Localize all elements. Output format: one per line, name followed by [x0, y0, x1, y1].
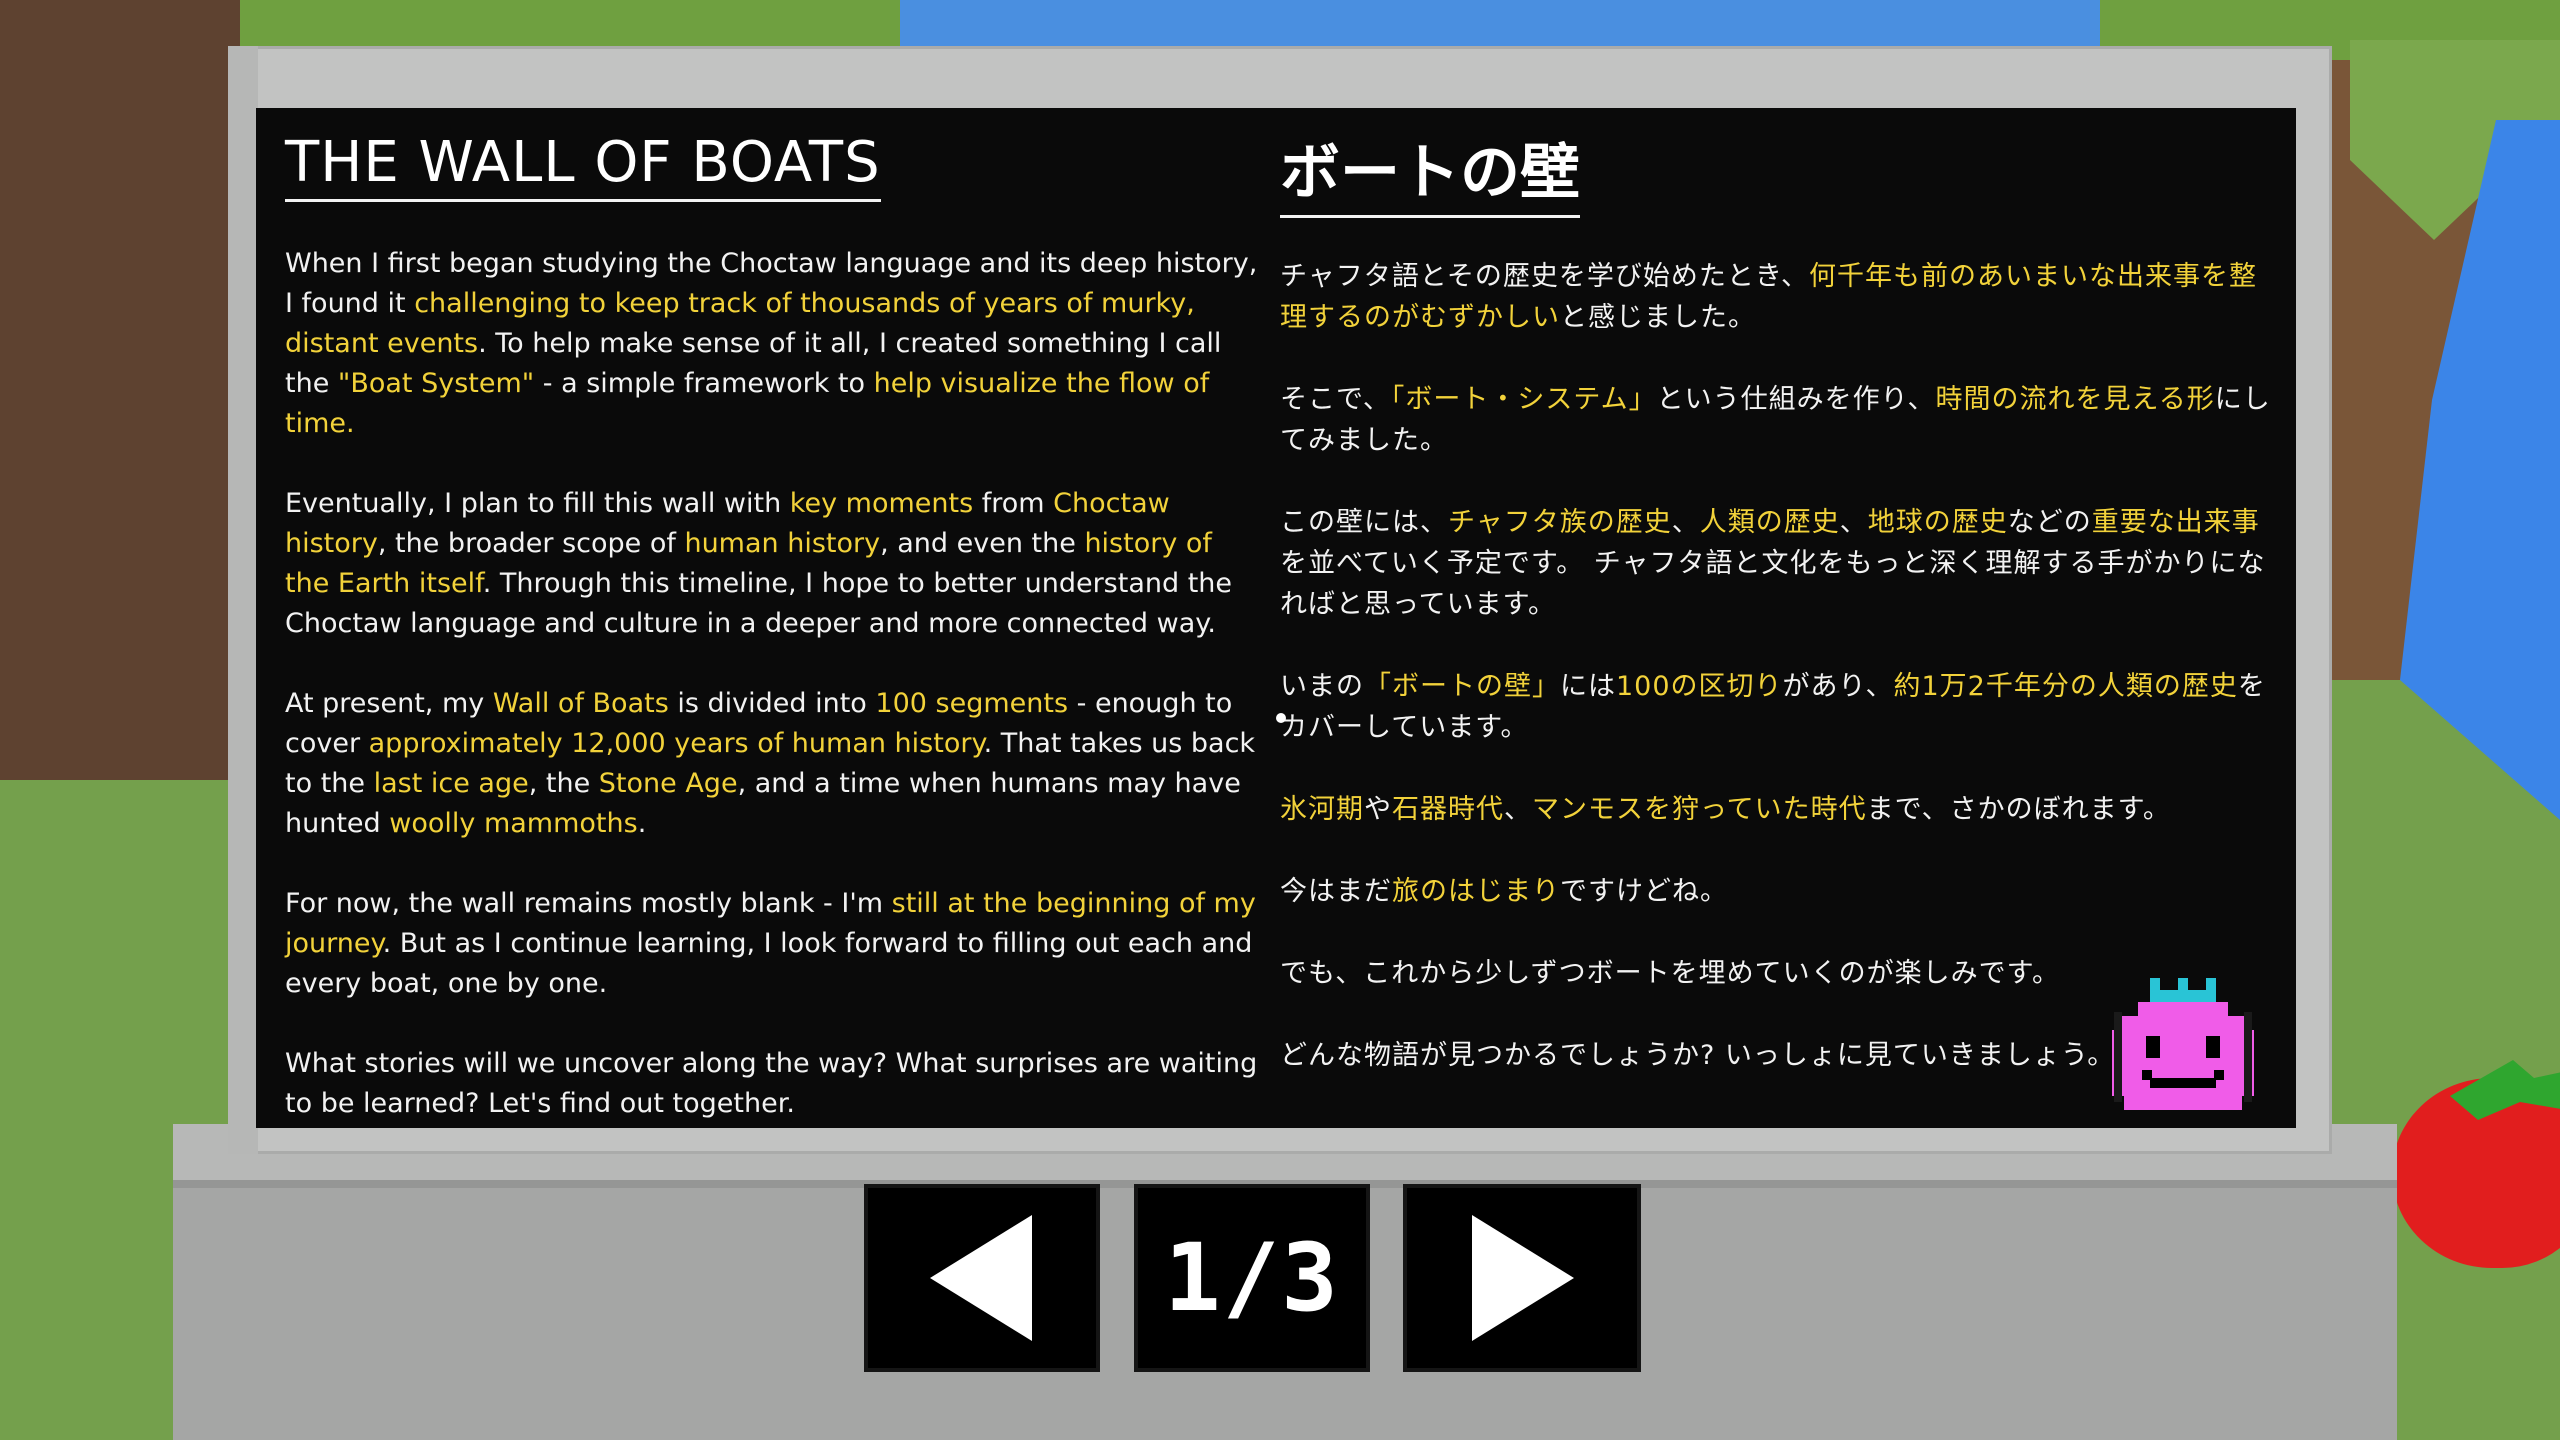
- highlighted-text: approximately 12,000 years of human hist…: [368, 728, 984, 759]
- body-text: 今はまだ: [1280, 876, 1392, 907]
- pink-blob-mascot-icon: [2112, 978, 2254, 1110]
- body-text: いまの: [1280, 671, 1364, 702]
- english-paragraph-4: For now, the wall remains mostly blank -…: [285, 884, 1260, 1004]
- english-column: THE WALL OF BOATS When I first began stu…: [285, 130, 1260, 1164]
- highlighted-text: 「ボートの壁」: [1364, 671, 1560, 702]
- japanese-column: ボートの壁 チャフタ語とその歴史を学び始めたとき、何千年も前のあいまいな出来事を…: [1280, 124, 2280, 1117]
- body-text: を並べていく予定です。 チャフタ語と文化をもっと深く理解する手がかりになればと思…: [1280, 548, 2266, 620]
- body-text: What stories will we uncover along the w…: [285, 1048, 1258, 1119]
- english-paragraph-5: What stories will we uncover along the w…: [285, 1044, 1260, 1124]
- body-text: や: [1364, 794, 1392, 825]
- body-text: まで、さかのぼれます。: [1866, 794, 2171, 825]
- body-text: from: [973, 488, 1054, 519]
- highlighted-text: 約1万2千年分の人類の歴史: [1893, 671, 2238, 702]
- body-text: この壁には、: [1280, 507, 1448, 538]
- page-indicator-text: 1/3: [1164, 1223, 1340, 1333]
- highlighted-text: 「ボート・システム」: [1390, 384, 1657, 415]
- highlighted-text: 地球の歴史: [1867, 507, 2008, 538]
- highlighted-text: チャフタ族の歴史: [1448, 507, 1672, 538]
- body-text: でも、これから少しずつボートを埋めていくのが楽しみです。: [1280, 958, 2060, 989]
- body-text: .: [637, 808, 647, 839]
- highlighted-text: key moments: [789, 488, 974, 519]
- highlighted-text: Wall of Boats: [492, 688, 669, 719]
- japanese-paragraph-5: 氷河期や石器時代、マンモスを狩っていた時代まで、さかのぼれます。: [1280, 789, 2280, 830]
- body-text: などの: [2007, 507, 2092, 538]
- body-text: どんな物語が見つかるでしょうか? いっしょに見ていきましょう。: [1280, 1040, 2116, 1071]
- highlighted-text: 石器時代: [1392, 794, 1504, 825]
- japanese-paragraph-1: チャフタ語とその歴史を学び始めたとき、何千年も前のあいまいな出来事を整理するのが…: [1280, 256, 2280, 338]
- highlighted-text: 人類の歴史: [1699, 507, 1840, 538]
- japanese-paragraph-6: 今はまだ旅のはじまりですけどね。: [1280, 871, 2280, 912]
- body-text: 、: [1671, 507, 1700, 538]
- highlighted-text: マンモスを狩っていた時代: [1532, 794, 1867, 825]
- japanese-paragraph-3: この壁には、チャフタ族の歴史、人類の歴史、地球の歴史などの重要な出来事を並べてい…: [1280, 502, 2280, 625]
- tree-trunk-left: [0, 0, 240, 780]
- japanese-paragraphs: チャフタ語とその歴史を学び始めたとき、何千年も前のあいまいな出来事を整理するのが…: [1280, 256, 2280, 1076]
- body-text: , the: [528, 768, 599, 799]
- body-text: - a simple framework to: [534, 368, 874, 399]
- japanese-title: ボートの壁: [1280, 124, 1580, 218]
- body-text: ですけどね。: [1560, 876, 1728, 907]
- body-text: is divided into: [668, 688, 876, 719]
- body-text: For now, the wall remains mostly blank -…: [285, 888, 892, 919]
- previous-page-button[interactable]: [864, 1184, 1100, 1372]
- highlighted-text: 旅のはじまり: [1392, 876, 1560, 907]
- body-text: には: [1560, 671, 1616, 702]
- body-text: 、: [1839, 507, 1868, 538]
- highlighted-text: 100 segments: [875, 688, 1069, 719]
- highlighted-text: last ice age: [373, 768, 529, 799]
- body-text: , the broader scope of: [377, 528, 685, 559]
- body-text: At present, my: [285, 688, 493, 719]
- english-paragraph-3: At present, my Wall of Boats is divided …: [285, 684, 1260, 844]
- highlighted-text: "Boat System": [337, 368, 535, 399]
- left-triangle-icon: [930, 1215, 1032, 1341]
- next-page-button[interactable]: [1403, 1184, 1641, 1372]
- right-triangle-icon: [1472, 1215, 1574, 1341]
- page-indicator: 1/3: [1134, 1184, 1370, 1372]
- highlighted-text: 氷河期: [1280, 794, 1364, 825]
- highlighted-text: Stone Age: [598, 768, 738, 799]
- cursor-dot: [1276, 713, 1286, 723]
- body-text: があり、: [1782, 671, 1894, 702]
- body-text: と感じました。: [1560, 302, 1756, 333]
- body-text: そこで、: [1280, 384, 1391, 415]
- body-text: , and even the: [880, 528, 1085, 559]
- highlighted-text: 時間の流れを見える形: [1935, 384, 2215, 415]
- body-text: . But as I continue learning, I look for…: [285, 928, 1253, 999]
- highlighted-text: human history: [684, 528, 881, 559]
- board-frame-side: [228, 46, 258, 1154]
- english-paragraphs: When I first began studying the Choctaw …: [285, 244, 1260, 1124]
- english-paragraph-1: When I first began studying the Choctaw …: [285, 244, 1260, 444]
- body-text: 、: [1504, 794, 1532, 825]
- highlighted-text: 重要な出来事: [2091, 507, 2260, 538]
- body-text: Eventually, I plan to fill this wall wit…: [285, 488, 790, 519]
- highlighted-text: 100の区切り: [1616, 671, 1783, 702]
- english-title: THE WALL OF BOATS: [285, 130, 881, 202]
- highlighted-text: woolly mammoths: [389, 808, 638, 839]
- body-text: という仕組みを作り、: [1656, 384, 1936, 415]
- english-paragraph-2: Eventually, I plan to fill this wall wit…: [285, 484, 1260, 644]
- body-text: チャフタ語とその歴史を学び始めたとき、: [1280, 261, 1810, 292]
- japanese-paragraph-2: そこで、「ボート・システム」という仕組みを作り、時間の流れを見える形にしてみまし…: [1280, 379, 2280, 461]
- japanese-paragraph-4: いまの「ボートの壁」には100の区切りがあり、約1万2千年分の人類の歴史をカバー…: [1280, 666, 2280, 748]
